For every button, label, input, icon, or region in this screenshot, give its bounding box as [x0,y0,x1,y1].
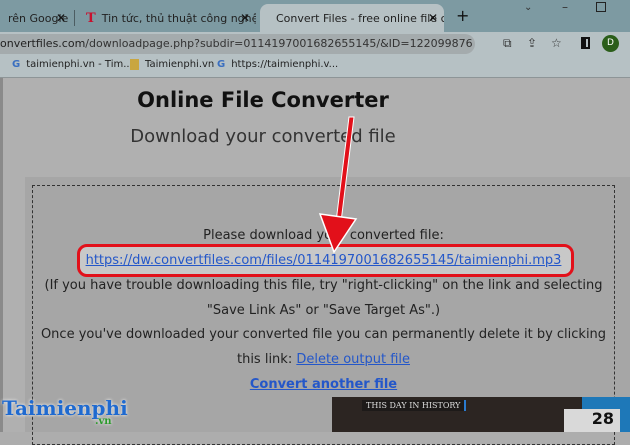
video-day-number: 28 [564,409,620,432]
video-label: THIS DAY IN HISTORY [362,400,467,411]
red-arrow-annotation [318,116,358,254]
taimienphi-watermark-logo: Taimienphi .vn [2,396,128,427]
